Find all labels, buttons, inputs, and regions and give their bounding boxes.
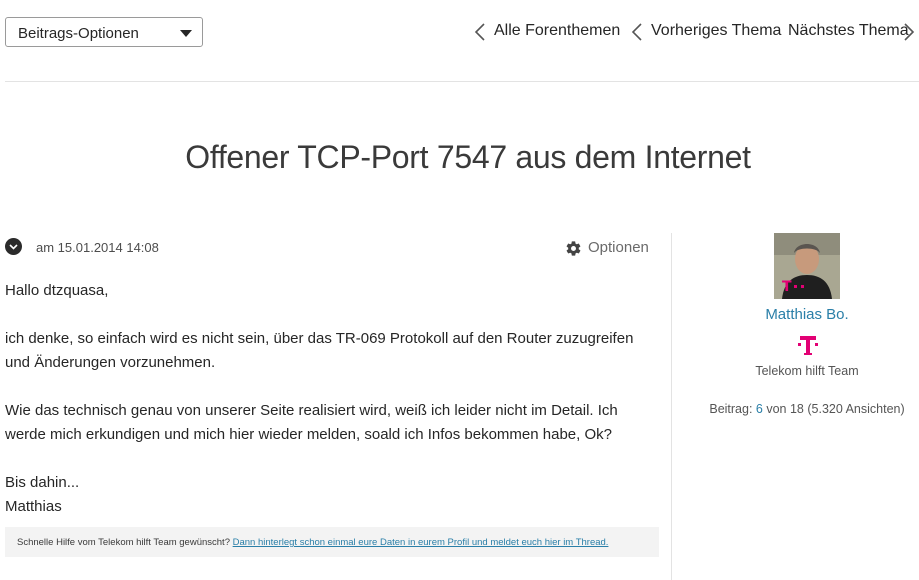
clock-icon (5, 238, 22, 255)
help-hint-text: Schnelle Hilfe vom Telekom hilft Team ge… (17, 537, 233, 548)
previous-topic-label: Vorheriges Thema (651, 22, 782, 39)
post-options-button[interactable]: Optionen (565, 239, 649, 256)
chevron-right-icon (904, 23, 915, 41)
avatar-photo: T (774, 233, 840, 299)
chevron-left-icon (474, 23, 485, 41)
chevron-down-icon (180, 30, 192, 37)
post-options-label: Beitrags-Optionen (18, 25, 139, 42)
top-toolbar: Beitrags-Optionen Alle Forenthemen Vorhe… (0, 0, 919, 82)
toolbar-divider (5, 81, 919, 82)
post-stats-suffix: von 18 (5.320 Ansichten) (762, 402, 905, 416)
post-paragraph: Matthias (5, 498, 62, 515)
post-date: am 15.01.2014 14:08 (36, 240, 159, 255)
gear-icon (566, 241, 581, 256)
avatar[interactable]: T (774, 233, 840, 299)
post-paragraph: ich denke, so einfach wird es nicht sein… (5, 330, 634, 371)
post-options-label: Optionen (588, 239, 649, 256)
post-stats: Beitrag: 6 von 18 (5.320 Ansichten) (672, 402, 919, 416)
post-options-dropdown[interactable]: Beitrags-Optionen (5, 17, 203, 47)
chevron-left-icon (631, 23, 642, 41)
previous-topic-link[interactable]: Vorheriges Thema (631, 22, 782, 41)
help-hint-link[interactable]: Dann hinterlegt schon einmal eure Daten … (233, 537, 609, 548)
post-paragraph: Bis dahin... (5, 474, 80, 491)
telekom-logo-icon (798, 336, 818, 355)
all-topics-link[interactable]: Alle Forenthemen (474, 22, 621, 41)
post-paragraph: Wie das technisch genau von unserer Seit… (5, 402, 618, 443)
author-name[interactable]: Matthias Bo. (672, 306, 919, 323)
thread-title: Offener TCP-Port 7547 aus dem Internet (185, 139, 751, 175)
next-topic-label: Nächstes Thema (788, 22, 909, 39)
post-number-link[interactable]: 6 (756, 402, 763, 416)
author-role: Telekom hilft Team (755, 364, 859, 378)
help-hint-box: Schnelle Hilfe vom Telekom hilft Team ge… (5, 527, 659, 557)
post-stats-prefix: Beitrag: (709, 402, 756, 416)
next-topic-link[interactable]: Nächstes Thema (788, 22, 919, 41)
post-paragraph: Hallo dtzquasa, (5, 282, 109, 299)
post-body: Hallo dtzquasa, ich denke, so einfach wi… (5, 279, 655, 519)
all-topics-label: Alle Forenthemen (494, 22, 621, 39)
svg-text:T: T (782, 279, 792, 295)
